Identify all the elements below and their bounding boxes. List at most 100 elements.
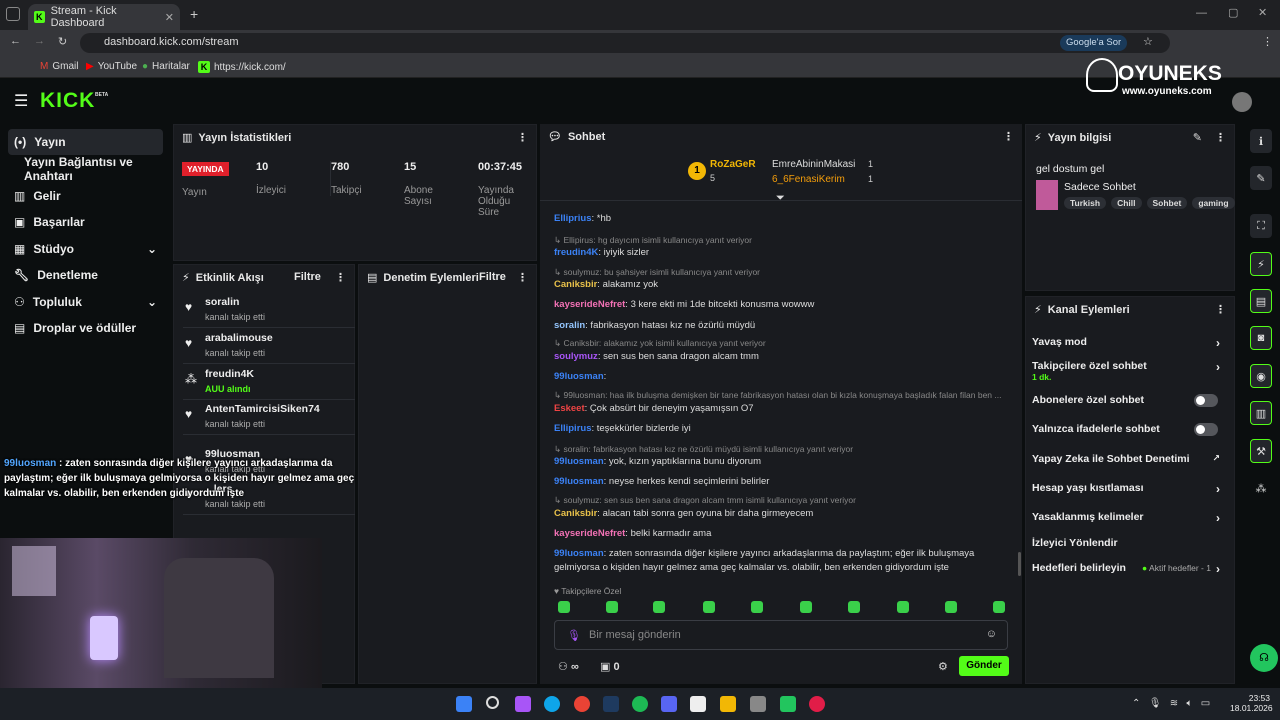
bookmark-star-icon[interactable]: ☆: [1143, 35, 1153, 48]
feed-row[interactable]: ♥soralinkanalı takip etti5 dakika önce: [183, 294, 355, 328]
close-tab-icon[interactable]: ✕: [165, 11, 174, 24]
store-indicator[interactable]: ▣ 0: [600, 660, 620, 673]
subs-toggle[interactable]: [1194, 394, 1218, 407]
chat-message[interactable]: Eskeet: Çok absürt bir deneyim yaşamışsı…: [554, 402, 1014, 416]
emote-icon[interactable]: [848, 601, 860, 613]
windows-start-icon[interactable]: [456, 696, 472, 712]
maximize-icon[interactable]: ▢: [1228, 6, 1238, 19]
subs-chat-row[interactable]: Abonelere özel sohbet: [1032, 394, 1226, 407]
tag-chip[interactable]: Sohbet: [1146, 197, 1188, 209]
chat-message[interactable]: 99luosman: neyse herkes kendi seçimlerin…: [554, 475, 1014, 489]
close-window-icon[interactable]: ✕: [1258, 6, 1267, 19]
stats-icon[interactable]: ▥: [1250, 401, 1272, 425]
bookmark-kick[interactable]: Khttps://kick.com/: [198, 61, 286, 73]
collapse-icon[interactable]: ⏷: [776, 192, 785, 205]
chat-message[interactable]: soralin: fabrikasyon hatası kız ne özürl…: [554, 319, 1014, 333]
emote-icon[interactable]: [993, 601, 1005, 613]
tag-chip[interactable]: Chill: [1111, 197, 1142, 209]
chat-message[interactable]: Ellipirus: teşekkürler bizlerde iyi: [554, 422, 1014, 436]
chat-message[interactable]: Caniksbir: alakamız yok: [554, 278, 1014, 292]
chat-input[interactable]: 🎙︎ Bir mesaj gönderin ☺: [554, 620, 1008, 650]
reload-icon[interactable]: ↻: [58, 35, 67, 48]
emote-chat-row[interactable]: Yalnızca ifadelerle sohbet: [1032, 423, 1226, 436]
chat-username[interactable]: 99luosman: [554, 476, 604, 487]
chat-username[interactable]: Eskeet: [554, 403, 585, 414]
chat-message[interactable]: Caniksbir: alacan tabi sonra gen oyuna b…: [554, 507, 1014, 521]
chat-username[interactable]: soulymuz: [554, 351, 598, 362]
spotify-icon[interactable]: [632, 696, 648, 712]
notes-icon[interactable]: [690, 696, 706, 712]
bolt-icon[interactable]: ⚡︎: [1250, 252, 1272, 276]
google-ask-button[interactable]: Google'a Sor: [1060, 35, 1128, 51]
bookmark-youtube[interactable]: ▶ YouTube: [86, 61, 137, 72]
discord-icon[interactable]: [661, 696, 677, 712]
wrench-icon[interactable]: ⚒: [1250, 439, 1272, 463]
support-icon[interactable]: ☊: [1250, 644, 1278, 672]
tag-chip[interactable]: gaming: [1192, 197, 1235, 209]
sidebar-item-moderation[interactable]: 🔧︎ Denetleme: [8, 262, 163, 288]
chat-username[interactable]: Caniksbir: [554, 279, 597, 290]
more-options-icon[interactable]: ⋮: [517, 131, 528, 144]
goals-row[interactable]: Hedefleri belirleyin ● Aktif hedefler - 1…: [1032, 562, 1226, 576]
url-field[interactable]: dashboard.kick.com/stream: [80, 33, 1170, 53]
sidebar-item-community[interactable]: ⚇ Topluluk ⌄: [8, 289, 163, 315]
chat-username[interactable]: 99luosman: [554, 548, 604, 559]
bookmark-maps[interactable]: ● Haritalar: [142, 61, 190, 72]
edit-icon[interactable]: ✎: [1250, 166, 1272, 190]
chat-message[interactable]: soulymuz: sen sus ben sana dragon alcam …: [554, 350, 1014, 364]
slow-mode-row[interactable]: Yavaş mod ›: [1032, 336, 1226, 350]
more-options-icon[interactable]: ⋮: [517, 271, 528, 284]
chat-message[interactable]: 99luosman:: [554, 370, 1014, 384]
chat-message[interactable]: kayserideNefret: 3 kere ekti mi 1de bitc…: [554, 298, 1014, 312]
emote-toggle[interactable]: [1194, 423, 1218, 436]
points-indicator[interactable]: ⚇ ∞: [558, 660, 579, 673]
hamburger-menu-icon[interactable]: ☰: [14, 91, 28, 111]
new-tab-icon[interactable]: +: [190, 6, 198, 22]
sidebar-item-studio[interactable]: ▦ Stüdyo ⌄: [8, 236, 163, 262]
steam-icon[interactable]: [603, 696, 619, 712]
minimize-icon[interactable]: —: [1196, 7, 1207, 19]
emote-icon[interactable]: [606, 601, 618, 613]
kick-logo[interactable]: KICK: [40, 89, 95, 113]
browser-menu-icon[interactable]: ⋮: [1262, 35, 1273, 48]
chat-message[interactable]: kayserideNefret: belki karmadır ama: [554, 527, 1014, 541]
feed-row[interactable]: ♥arabalimousekanalı takip etti6 dakika ö…: [183, 330, 355, 364]
chrome-icon[interactable]: [574, 696, 590, 712]
emote-icon[interactable]: [751, 601, 763, 613]
copilot-icon[interactable]: [515, 696, 531, 712]
chat-username[interactable]: 99luosman: [554, 456, 604, 467]
chat-username[interactable]: kayserideNefret: [554, 299, 625, 310]
tray-icons[interactable]: ⌃ 🎙︎ ≋ 🔈︎ ▭: [1132, 698, 1210, 709]
emoji-icon[interactable]: ☺: [986, 628, 997, 640]
category-name[interactable]: Sadece Sohbet: [1064, 181, 1136, 193]
chat-message[interactable]: 99luosman: zaten sonrasında diğer kişile…: [554, 547, 1014, 575]
sidebar-item-drops[interactable]: ▤ Droplar ve ödüller: [8, 315, 163, 341]
chat-username[interactable]: soralin: [554, 320, 585, 331]
chat-username[interactable]: Caniksbir: [554, 508, 597, 519]
more-options-icon[interactable]: ⋮: [1003, 130, 1014, 143]
chat-message[interactable]: 99luosman: yok, kızın yaptıklarına bunu …: [554, 455, 1014, 469]
sidebar-item-achievements[interactable]: ▣ Başarılar: [8, 209, 163, 235]
feed-row[interactable]: ♥AntenTamircisiSiken74kanalı takip etti1…: [183, 401, 355, 435]
chat-username[interactable]: Elliprius: [554, 213, 591, 224]
chat-scrollbar[interactable]: [1018, 552, 1021, 576]
folder-icon[interactable]: [720, 696, 736, 712]
edge-icon[interactable]: [544, 696, 560, 712]
emote-icon[interactable]: [945, 601, 957, 613]
xbox-icon[interactable]: [780, 696, 796, 712]
emote-icon[interactable]: [558, 601, 570, 613]
settings-icon[interactable]: [750, 696, 766, 712]
emote-icon[interactable]: [703, 601, 715, 613]
avatar[interactable]: [1232, 92, 1252, 112]
back-icon[interactable]: ←: [10, 35, 21, 47]
app-icon[interactable]: [809, 696, 825, 712]
emote-icon[interactable]: [653, 601, 665, 613]
search-icon[interactable]: [486, 696, 499, 709]
followers-chat-row[interactable]: Takipçilere özel sohbet › 1 dk.: [1032, 360, 1226, 382]
sidebar-item-stream-key[interactable]: Yayın Bağlantısı ve Anahtarı: [8, 155, 163, 183]
settings-gear-icon[interactable]: ⚙: [938, 660, 948, 673]
info-icon[interactable]: ℹ: [1250, 129, 1272, 153]
banned-words-row[interactable]: Yasaklanmış kelimeler ›: [1032, 511, 1226, 525]
clock[interactable]: 23:53 18.01.2026: [1230, 693, 1273, 713]
chat-icon[interactable]: ◙: [1250, 326, 1272, 350]
